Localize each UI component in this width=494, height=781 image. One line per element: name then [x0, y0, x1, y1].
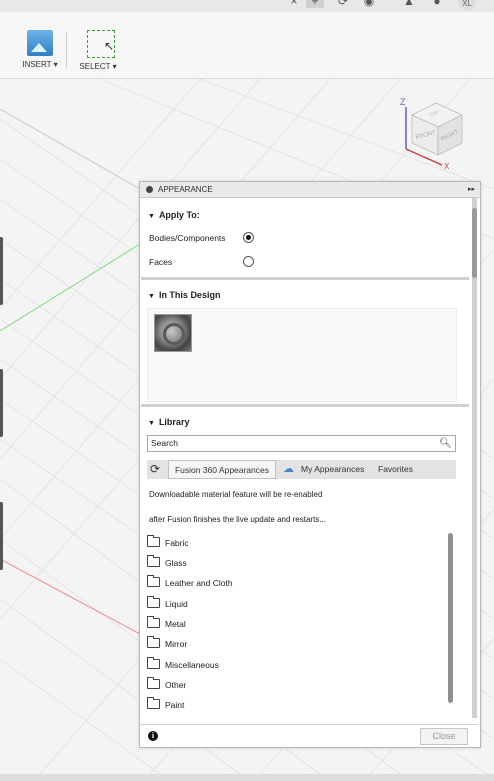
panel-pin-icon[interactable] [146, 186, 153, 193]
folder-icon [147, 657, 160, 669]
in-this-design-list [147, 308, 457, 402]
in-this-design-header[interactable]: ▼ In This Design [148, 290, 220, 300]
close-button[interactable]: Close [420, 728, 468, 745]
title-bar: × + ⟳ ◉ ▲ ● XL [0, 0, 494, 12]
insert-label: INSERT ▾ [22, 60, 58, 69]
tab-fusion-appearances[interactable]: Fusion 360 Appearances [168, 460, 276, 479]
folder-icon [147, 616, 160, 628]
refresh-icon[interactable]: ⟳ [336, 0, 350, 8]
in-this-design-heading: In This Design [158, 290, 221, 300]
folder-icon [147, 596, 160, 608]
panel-scrollbar[interactable] [472, 198, 477, 718]
library-search-input[interactable]: Search 🔍︎ [147, 435, 456, 452]
folder-label: Metal [165, 619, 186, 629]
folder-icon [147, 677, 160, 689]
timeline-panel-tab[interactable] [0, 502, 3, 570]
library-message-line-2: after Fusion finishes the live update an… [149, 515, 326, 524]
cloud-icon: ☁ [283, 463, 294, 475]
help-icon[interactable]: ● [430, 0, 444, 8]
search-placeholder: Search [151, 438, 178, 448]
tab-my-appearances[interactable]: My Appearances [301, 460, 364, 479]
folder-label: Mirror [165, 639, 188, 649]
close-icon[interactable]: × [287, 0, 301, 8]
collapse-triangle-icon: ▼ [148, 420, 155, 427]
folder-item[interactable]: Fabric [147, 535, 189, 550]
appearance-panel: APPEARANCE ▸▸ ▼ Apply To: Bodies/Componen… [139, 181, 481, 748]
folder-label: Leather and Cloth [165, 578, 233, 588]
folder-item[interactable]: Metal [147, 616, 186, 631]
library-heading: Library [158, 417, 190, 427]
avatar[interactable]: XL [458, 0, 476, 10]
folder-icon [147, 636, 160, 648]
bell-icon[interactable]: ▲ [402, 0, 416, 8]
folder-icon [147, 535, 160, 547]
folder-icon [147, 555, 160, 567]
folder-icon [147, 575, 160, 587]
expand-icon[interactable]: ▸▸ [468, 182, 475, 197]
folder-label: Glass [165, 558, 187, 568]
library-message-line-1: Downloadable material feature will be re… [149, 490, 323, 499]
faces-radio[interactable] [243, 256, 254, 267]
folder-item[interactable]: Mirror [147, 636, 188, 651]
job-status-icon[interactable]: ◉ [362, 0, 376, 8]
folder-item[interactable]: Leather and Cloth [147, 575, 233, 590]
info-icon[interactable]: i [148, 731, 158, 741]
folder-label: Miscellaneous [165, 660, 219, 670]
collapse-triangle-icon: ▼ [148, 293, 155, 300]
folder-item[interactable]: Other [147, 677, 187, 692]
panel-footer: i Close [140, 724, 478, 747]
plus-icon[interactable]: + [306, 0, 324, 8]
library-tabs: ⟳ Fusion 360 Appearances ☁ My Appearance… [147, 460, 456, 479]
image-icon [27, 30, 53, 56]
selection-box-icon: ↖ [87, 30, 115, 58]
comments-panel-tab[interactable] [0, 369, 3, 437]
library-scrollbar[interactable] [448, 533, 453, 703]
axis-x-label: X [444, 162, 450, 170]
refresh-library-icon[interactable]: ⟳ [150, 461, 160, 480]
section-divider [141, 277, 469, 280]
insert-tool[interactable]: INSERT ▾ [22, 30, 58, 69]
folder-label: Paint [165, 700, 185, 710]
apply-to-heading: Apply To: [158, 210, 200, 220]
axis-z-label: Z [400, 97, 406, 107]
folder-item[interactable]: Paint [147, 697, 185, 712]
panel-title: APPEARANCE [158, 185, 213, 194]
folder-label: Fabric [165, 538, 189, 548]
bodies-components-radio[interactable] [243, 232, 254, 243]
select-label: SELECT ▾ [79, 62, 117, 71]
folder-item[interactable]: Miscellaneous [147, 657, 219, 672]
folder-label: Other [165, 680, 187, 690]
status-bar [0, 774, 494, 781]
folder-item[interactable]: Glass [147, 555, 187, 570]
toolbar-divider [66, 32, 67, 68]
ribbon-toolbar: INSERT ▾ ↖ SELECT ▾ [0, 12, 494, 79]
browser-panel-tab[interactable] [0, 237, 3, 305]
section-divider [141, 404, 469, 407]
cursor-icon: ↖ [104, 39, 115, 53]
collapse-triangle-icon: ▼ [148, 213, 155, 220]
apply-to-header[interactable]: ▼ Apply To: [148, 210, 200, 220]
view-cube[interactable]: Z X FRONT RIGHT TOP [398, 95, 468, 170]
option-faces-label: Faces [149, 257, 173, 267]
panel-header[interactable]: APPEARANCE ▸▸ [140, 182, 480, 198]
search-icon[interactable]: 🔍︎ [439, 436, 452, 451]
select-tool[interactable]: ↖ SELECT ▾ [78, 30, 118, 71]
folder-item[interactable]: Liquid [147, 596, 188, 611]
option-bodies-components-label: Bodies/Components [149, 233, 226, 243]
library-header[interactable]: ▼ Library [148, 417, 189, 427]
tab-favorites[interactable]: Favorites [378, 460, 413, 479]
panel-scroll-thumb[interactable] [472, 208, 477, 278]
folder-icon [147, 697, 160, 709]
folder-label: Liquid [165, 599, 188, 609]
appearance-swatch[interactable] [154, 314, 192, 352]
